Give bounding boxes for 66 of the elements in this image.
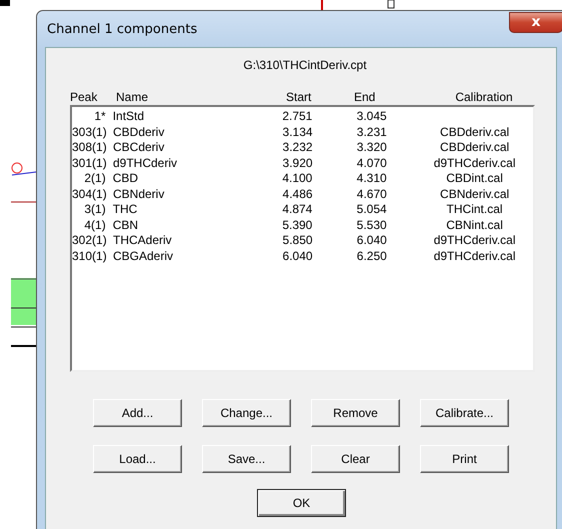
table-cell-text: THCAderiv — [112, 233, 173, 248]
table-cell-text: 2(1) — [83, 171, 106, 186]
close-button[interactable]: x — [509, 12, 562, 32]
dialog-button[interactable]: Calibrate... — [420, 399, 509, 427]
table-cell-text: 3.232 — [282, 140, 314, 156]
table-cell: 304(1) — [72, 186, 106, 202]
table-cell-text: THCint.cal — [446, 202, 504, 218]
table-cell-text: d9THCderiv — [112, 156, 178, 171]
table-cell-text: 5.054 — [356, 202, 388, 218]
table-cell-text: 1* — [93, 109, 106, 124]
table-cell-text: 3.320 — [356, 140, 388, 156]
column-header: Calibration — [454, 90, 514, 105]
table-cell-text: d9THCderiv.cal — [432, 233, 516, 248]
dialog-button[interactable]: Change... — [202, 399, 291, 427]
table-cell: 303(1) — [72, 124, 106, 140]
table-cell-text: 4.100 — [281, 171, 314, 186]
dialog-button[interactable]: Clear — [311, 445, 400, 473]
table-cell-text: 5.850 — [282, 233, 314, 248]
table-cell-text: 6.040 — [282, 248, 314, 264]
table-cell: 308(1) — [72, 140, 106, 156]
dialog-button[interactable]: Remove — [311, 399, 400, 427]
table-cell-text: d9THCderiv.cal — [432, 156, 516, 171]
table-cell-text: CBNderiv.cal — [439, 186, 510, 202]
table-cell-text: 4.874 — [281, 202, 314, 218]
table-cell-text: CBDderiv — [112, 124, 166, 140]
table-cell-text: CBDint.cal — [445, 171, 504, 186]
table-cell-text: CBDderiv.cal — [439, 140, 510, 156]
table-cell: 302(1) — [72, 233, 106, 248]
table-cell-text: 5.530 — [356, 218, 388, 233]
ok-button[interactable]: OK — [257, 489, 346, 517]
table-cell-text: CBNderiv — [112, 186, 166, 202]
window-title: Channel 1 components — [46, 22, 198, 36]
dialog-button[interactable]: Print — [420, 445, 509, 473]
table-cell-text: 3.920 — [282, 156, 314, 171]
table-cell-text: 4(1) — [83, 218, 106, 233]
column-header: Start — [285, 90, 312, 105]
column-header: End — [354, 90, 376, 105]
column-header: Name — [115, 90, 150, 105]
table-cell-text: 3.134 — [282, 124, 314, 140]
column-header: Peak — [70, 90, 98, 105]
table-cell-text: CBGAderiv — [112, 248, 174, 264]
table-cell-text: CBN — [112, 218, 140, 233]
table-cell-text: d9THCderiv.cal — [432, 248, 516, 264]
table-cell-text: CBCderiv — [112, 140, 166, 156]
table-cell-text: 4.310 — [356, 171, 388, 186]
table-cell-text: 4.070 — [356, 156, 388, 171]
file-path: G:\310\THCintDeriv.cpt — [242, 57, 368, 72]
table-cell: 310(1) — [72, 248, 106, 264]
dialog-button[interactable]: Load... — [93, 445, 182, 473]
table-cell-text: 4.486 — [282, 186, 314, 202]
dialog-button[interactable]: Add... — [93, 399, 182, 427]
table-cell-text: 2.751 — [281, 109, 314, 124]
table-cell-text: 3.231 — [356, 124, 388, 140]
table-cell-text: 3(1) — [83, 202, 106, 218]
table-cell-text: 5.390 — [281, 218, 314, 233]
table-cell-text: 3.045 — [356, 109, 388, 124]
table-cell-text: 4.670 — [356, 186, 388, 202]
table-cell-text: CBDderiv.cal — [439, 124, 510, 140]
table-cell-text: CBD — [112, 171, 140, 186]
table-cell-text: IntStd — [112, 109, 146, 124]
table-cell: 301(1) — [72, 156, 106, 171]
table-cell-text: 6.040 — [356, 233, 388, 248]
table-cell-text: CBNint.cal — [445, 218, 504, 233]
dialog-button[interactable]: Save... — [202, 445, 291, 473]
table-cell-text: THC — [112, 202, 138, 218]
table-cell-text: 6.250 — [356, 248, 388, 264]
